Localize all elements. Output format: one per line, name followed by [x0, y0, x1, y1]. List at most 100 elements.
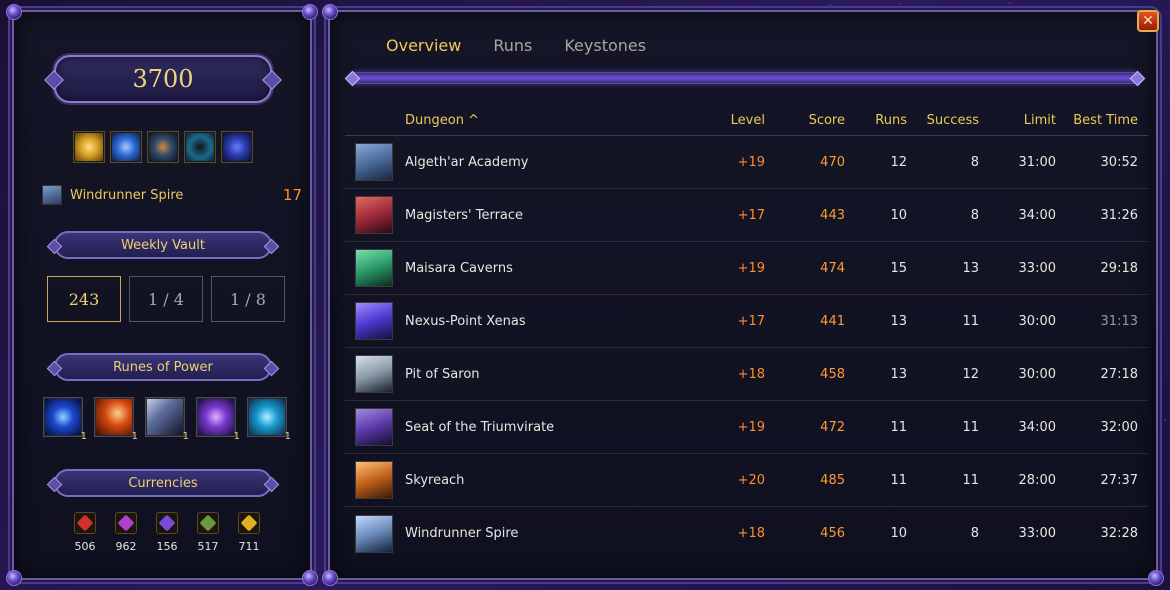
column-success[interactable]: Success	[907, 106, 979, 135]
dungeon-success: 8	[970, 207, 979, 223]
red-crest-icon	[74, 512, 96, 534]
currency-item[interactable]: 156	[154, 512, 180, 553]
rune-count: 1	[284, 431, 291, 442]
sword-rune-icon[interactable]: 1	[146, 398, 189, 442]
dungeon-name: Maisara Caverns	[405, 260, 513, 276]
dungeon-score: 485	[820, 472, 845, 488]
dungeon-limit: 30:00	[1018, 313, 1056, 329]
dungeon-level: +18	[737, 526, 765, 541]
dungeon-limit: 33:00	[1018, 526, 1056, 541]
currency-item[interactable]: 517	[195, 512, 221, 553]
dungeon-limit: 34:00	[1018, 419, 1056, 435]
dungeon-level: +19	[737, 419, 765, 435]
maisara-caverns-icon	[355, 249, 393, 287]
table-header: Dungeon ^ Level Score Runs Success Limit…	[345, 106, 1148, 136]
table-row[interactable]: Magisters' Terrace +17 443 10 8 34:00 31…	[345, 189, 1148, 242]
corner-ornament	[6, 570, 22, 586]
table-row[interactable]: Nexus-Point Xenas +17 441 13 11 30:00 31…	[345, 295, 1148, 348]
table-row[interactable]: Skyreach +20 485 11 11 28:00 27:37	[345, 454, 1148, 507]
vault-slots: 243 1 / 4 1 / 8	[47, 276, 285, 322]
tab-keystones[interactable]: Keystones	[564, 36, 646, 55]
rune-count: 1	[131, 431, 138, 442]
blue-orb-rune-icon[interactable]: 1	[44, 398, 87, 442]
blue-swirl-icon[interactable]	[111, 132, 141, 162]
dungeon-score: 441	[820, 313, 845, 329]
vault-slot-3[interactable]: 1 / 8	[211, 276, 285, 322]
dungeon-runs: 13	[890, 366, 907, 382]
dungeon-level: +17	[737, 207, 765, 223]
dungeon-table: Dungeon ^ Level Score Runs Success Limit…	[345, 106, 1148, 560]
corner-ornament	[6, 4, 22, 20]
dungeon-score: 470	[820, 154, 845, 170]
dungeon-limit: 30:00	[1018, 366, 1056, 382]
column-best-time[interactable]: Best Time	[1056, 106, 1138, 135]
table-row[interactable]: Algeth'ar Academy +19 470 12 8 31:00 30:…	[345, 136, 1148, 189]
dungeon-level: +19	[737, 154, 765, 170]
vault-slot-1[interactable]: 243	[47, 276, 121, 322]
tab-runs[interactable]: Runs	[493, 36, 532, 55]
currency-item[interactable]: 506	[72, 512, 98, 553]
dungeon-limit: 33:00	[1018, 260, 1056, 276]
violet-crest-icon	[156, 512, 178, 534]
dungeon-best-time: 32:28	[1100, 526, 1138, 541]
currency-value: 156	[156, 540, 178, 553]
close-icon: ✕	[1142, 13, 1154, 29]
dungeon-panel: Overview Runs Keystones Dungeon ^ Level …	[322, 4, 1164, 586]
dungeon-score: 472	[820, 419, 845, 435]
tab-overview[interactable]: Overview	[386, 36, 461, 55]
dungeon-runs: 12	[890, 154, 907, 170]
column-dungeon[interactable]: Dungeon ^	[405, 106, 705, 135]
column-limit[interactable]: Limit	[979, 106, 1056, 135]
dungeon-level: +17	[737, 313, 765, 329]
column-level[interactable]: Level	[683, 106, 765, 135]
currencies-label: Currencies	[128, 475, 198, 491]
weekly-vault-label: Weekly Vault	[121, 237, 205, 253]
corner-ornament	[1148, 570, 1164, 586]
golden-orb-icon[interactable]	[74, 132, 104, 162]
currency-value: 711	[238, 540, 260, 553]
currency-list: 506 962 156 517 711	[72, 512, 262, 553]
runes-list: 1 1 1 1 1	[44, 398, 291, 442]
dungeon-best-time: 32:00	[1100, 419, 1138, 435]
dungeon-score: 443	[820, 207, 845, 223]
runes-of-power-label: Runes of Power	[113, 359, 213, 375]
weekly-vault-button[interactable]: Weekly Vault	[54, 231, 272, 259]
table-row[interactable]: Pit of Saron +18 458 13 12 30:00 27:18	[345, 348, 1148, 401]
corner-ornament	[302, 4, 318, 20]
corner-ornament	[302, 570, 318, 586]
rune-count: 1	[233, 431, 240, 442]
vault-slot-3-value: 1 / 8	[230, 289, 266, 309]
currencies-button[interactable]: Currencies	[54, 469, 272, 497]
dungeon-limit: 31:00	[1018, 154, 1056, 170]
arcane-runes-icon[interactable]	[222, 132, 252, 162]
dungeon-score: 458	[820, 366, 845, 382]
last-run[interactable]: Windrunner Spire 17	[42, 184, 302, 206]
shadow-figure-icon[interactable]	[185, 132, 215, 162]
vault-slot-2-value: 1 / 4	[148, 289, 184, 309]
column-runs[interactable]: Runs	[845, 106, 907, 135]
vault-slot-1-value: 243	[68, 289, 100, 309]
vault-slot-2[interactable]: 1 / 4	[129, 276, 203, 322]
column-score[interactable]: Score	[765, 106, 845, 135]
table-row[interactable]: Maisara Caverns +19 474 15 13 33:00 29:1…	[345, 242, 1148, 295]
dark-eye-icon[interactable]	[148, 132, 178, 162]
seat-of-the-triumvirate-icon	[355, 408, 393, 446]
table-row[interactable]: Windrunner Spire +18 456 10 8 33:00 32:2…	[345, 507, 1148, 560]
table-row[interactable]: Seat of the Triumvirate +19 472 11 11 34…	[345, 401, 1148, 454]
last-run-level: 17	[282, 186, 302, 204]
fire-swirl-rune-icon[interactable]: 1	[95, 398, 138, 442]
dungeon-runs: 10	[890, 207, 907, 223]
close-button[interactable]: ✕	[1137, 10, 1159, 32]
currency-item[interactable]: 962	[113, 512, 139, 553]
dungeon-name: Seat of the Triumvirate	[405, 419, 555, 435]
currency-item[interactable]: 711	[236, 512, 262, 553]
summary-panel: 3700 Windrunner Spire 17 Weekly Vault 24…	[6, 4, 318, 586]
frost-figure-rune-icon[interactable]: 1	[248, 398, 291, 442]
tab-indicator-bar	[350, 72, 1140, 84]
tab-bar: Overview Runs Keystones	[386, 36, 646, 55]
purple-crest-icon	[115, 512, 137, 534]
dungeon-level: +20	[737, 472, 765, 488]
violet-figure-rune-icon[interactable]: 1	[197, 398, 240, 442]
runes-of-power-button[interactable]: Runes of Power	[54, 353, 272, 381]
dungeon-success: 8	[970, 154, 979, 170]
